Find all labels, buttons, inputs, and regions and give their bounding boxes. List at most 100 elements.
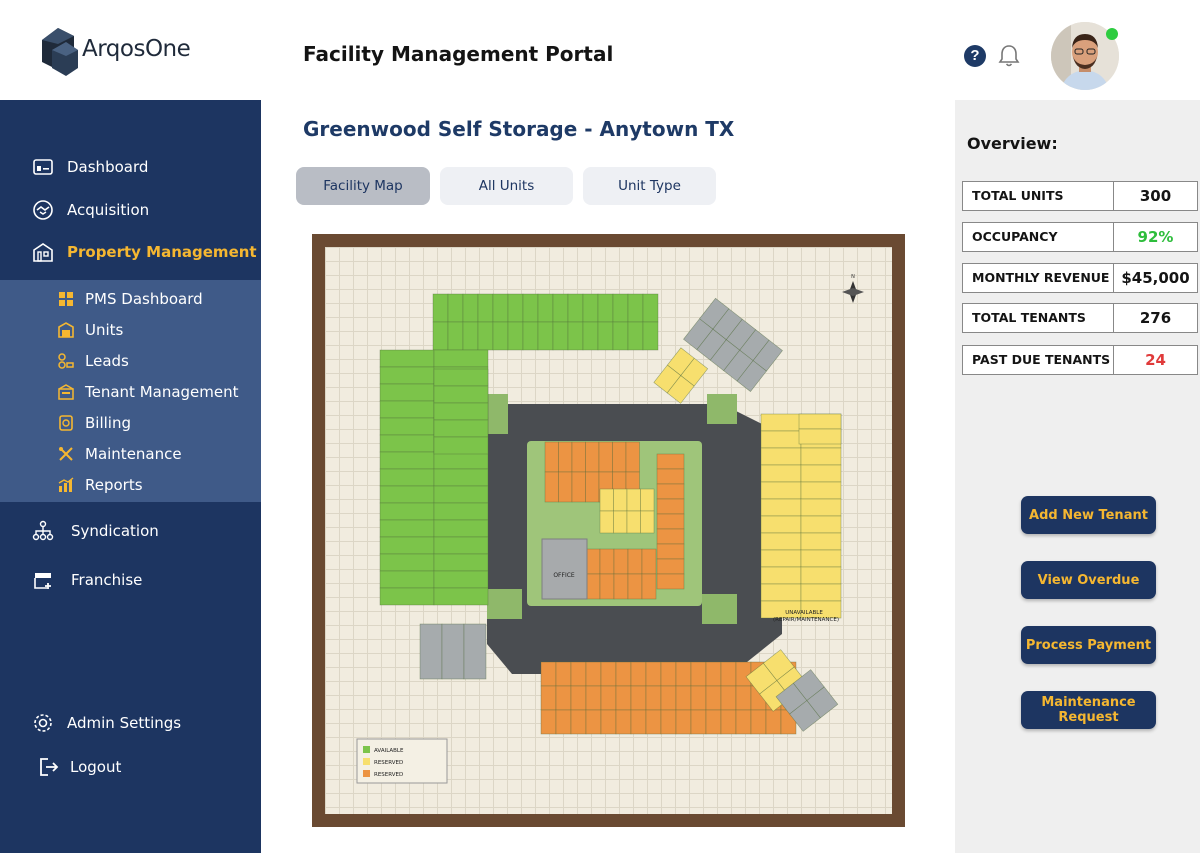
help-icon[interactable]: ? <box>964 45 986 67</box>
storage-unit[interactable] <box>433 349 489 368</box>
storage-unit[interactable] <box>656 528 685 545</box>
storage-unit[interactable] <box>627 321 644 351</box>
storage-unit[interactable] <box>642 321 659 351</box>
storage-unit[interactable] <box>760 430 802 449</box>
storage-unit[interactable] <box>492 321 509 351</box>
storage-unit[interactable] <box>656 498 685 515</box>
storage-unit[interactable] <box>433 451 489 470</box>
storage-unit[interactable] <box>600 709 617 735</box>
submenu-item-reports[interactable]: Reports <box>0 471 261 499</box>
storage-unit[interactable] <box>760 413 802 432</box>
storage-unit[interactable] <box>656 513 685 530</box>
storage-unit[interactable] <box>379 502 435 521</box>
storage-unit[interactable] <box>599 488 614 512</box>
storage-unit[interactable] <box>760 464 802 483</box>
storage-unit[interactable] <box>433 468 489 487</box>
sidebar-item-syndication[interactable]: Syndication <box>0 512 261 550</box>
storage-unit[interactable] <box>660 661 677 687</box>
storage-unit[interactable] <box>641 573 657 600</box>
storage-unit[interactable] <box>627 573 643 600</box>
sidebar-item-admin-settings[interactable]: Admin Settings <box>0 704 261 742</box>
storage-unit[interactable] <box>656 558 685 575</box>
storage-unit[interactable] <box>630 685 647 711</box>
storage-unit[interactable] <box>626 510 641 534</box>
storage-unit[interactable] <box>379 485 435 504</box>
storage-unit[interactable] <box>379 570 435 589</box>
submenu-item-tenant-management[interactable]: Tenant Management <box>0 378 261 406</box>
tab-facility-map[interactable]: Facility Map <box>296 167 430 205</box>
storage-unit[interactable] <box>585 471 600 503</box>
storage-unit[interactable] <box>613 573 629 600</box>
storage-unit[interactable] <box>379 434 435 453</box>
storage-unit[interactable] <box>433 502 489 521</box>
storage-unit[interactable] <box>555 661 572 687</box>
storage-unit[interactable] <box>433 536 489 555</box>
storage-unit[interactable] <box>760 447 802 466</box>
storage-unit[interactable] <box>537 321 554 351</box>
storage-unit[interactable] <box>379 553 435 572</box>
storage-unit[interactable] <box>800 464 842 483</box>
storage-unit[interactable] <box>540 685 557 711</box>
storage-unit[interactable] <box>571 441 586 473</box>
storage-unit[interactable] <box>599 573 615 600</box>
storage-unit[interactable] <box>625 441 640 473</box>
storage-unit[interactable] <box>765 709 782 735</box>
storage-unit[interactable] <box>432 293 449 323</box>
storage-unit[interactable] <box>433 485 489 504</box>
storage-unit[interactable] <box>675 661 692 687</box>
storage-unit[interactable] <box>675 709 692 735</box>
storage-unit[interactable] <box>585 441 600 473</box>
storage-unit[interactable] <box>379 468 435 487</box>
storage-unit[interactable] <box>656 468 685 485</box>
storage-unit[interactable] <box>660 709 677 735</box>
storage-unit[interactable] <box>612 441 627 473</box>
storage-unit[interactable] <box>760 583 802 602</box>
storage-unit[interactable] <box>597 293 614 323</box>
storage-unit[interactable] <box>800 566 842 585</box>
submenu-item-leads[interactable]: Leads <box>0 347 261 375</box>
storage-unit[interactable] <box>585 685 602 711</box>
storage-unit[interactable] <box>585 548 601 575</box>
storage-unit[interactable] <box>645 709 662 735</box>
storage-unit[interactable] <box>760 532 802 551</box>
storage-unit[interactable] <box>675 685 692 711</box>
storage-unit[interactable] <box>640 510 655 534</box>
storage-unit[interactable] <box>735 709 752 735</box>
storage-unit[interactable] <box>555 709 572 735</box>
storage-unit[interactable] <box>441 623 465 680</box>
storage-unit[interactable] <box>544 441 559 473</box>
storage-unit[interactable] <box>760 566 802 585</box>
storage-unit[interactable] <box>705 685 722 711</box>
storage-unit[interactable] <box>552 293 569 323</box>
storage-unit[interactable] <box>613 510 628 534</box>
storage-unit[interactable] <box>379 519 435 538</box>
storage-unit[interactable] <box>720 709 737 735</box>
storage-unit[interactable] <box>558 471 573 503</box>
storage-unit[interactable] <box>690 709 707 735</box>
storage-unit[interactable] <box>627 548 643 575</box>
facility-map[interactable]: OFFICE UNAVAILABLE (REPAIR/MAINTENANCE) … <box>312 234 905 827</box>
storage-unit[interactable] <box>612 293 629 323</box>
storage-unit[interactable] <box>720 661 737 687</box>
storage-unit[interactable] <box>690 661 707 687</box>
storage-unit[interactable] <box>800 549 842 568</box>
maintenance-request-button[interactable]: Maintenance Request <box>1021 691 1156 729</box>
storage-unit[interactable] <box>571 471 586 503</box>
storage-unit[interactable] <box>463 623 487 680</box>
storage-unit[interactable] <box>379 451 435 470</box>
storage-unit[interactable] <box>552 321 569 351</box>
storage-unit[interactable] <box>567 293 584 323</box>
storage-unit[interactable] <box>522 321 539 351</box>
storage-unit[interactable] <box>613 488 628 512</box>
storage-unit[interactable] <box>433 553 489 572</box>
storage-unit[interactable] <box>540 709 557 735</box>
storage-unit[interactable] <box>570 709 587 735</box>
storage-unit[interactable] <box>798 413 842 430</box>
tab-all-units[interactable]: All Units <box>440 167 573 205</box>
storage-unit[interactable] <box>582 321 599 351</box>
storage-unit[interactable] <box>585 709 602 735</box>
storage-unit[interactable] <box>433 385 489 404</box>
storage-unit[interactable] <box>705 661 722 687</box>
storage-unit[interactable] <box>645 685 662 711</box>
storage-unit[interactable] <box>760 481 802 500</box>
